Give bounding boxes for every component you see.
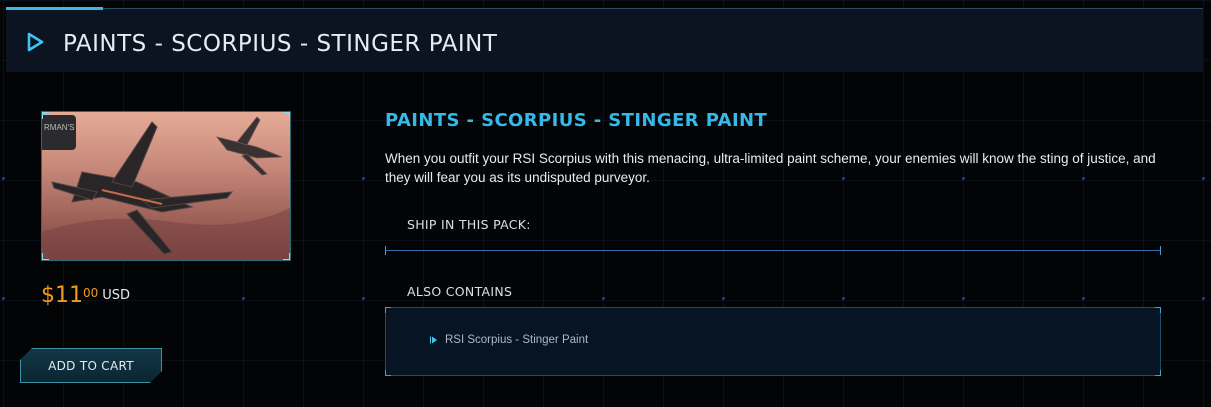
image-badge: RMAN'S <box>42 115 76 150</box>
grid-dot <box>242 297 245 300</box>
ship-illustration <box>42 112 290 260</box>
corner-bracket <box>1155 307 1161 313</box>
corner-bracket <box>42 112 49 119</box>
price-currency: USD <box>102 288 131 303</box>
add-to-cart-button[interactable]: ADD TO CART <box>20 348 162 383</box>
page-header: PAINTS - SCORPIUS - STINGER PAINT <box>6 7 1203 72</box>
list-item: RSI Scorpius - Stinger Paint <box>430 334 588 346</box>
corner-bracket <box>385 370 391 376</box>
also-contains-panel: RSI Scorpius - Stinger Paint <box>385 307 1161 376</box>
price-cents: 00 <box>83 286 99 300</box>
product-description: When you outfit your RSI Scorpius with t… <box>385 151 1156 185</box>
product-title: PAINTS - SCORPIUS - STINGER PAINT <box>385 110 768 131</box>
section-divider <box>385 246 1161 255</box>
contains-item-label: RSI Scorpius - Stinger Paint <box>445 334 589 346</box>
grid-dot <box>2 297 5 300</box>
also-contains-label: ALSO CONTAINS <box>407 284 513 299</box>
grid-dot <box>1082 297 1085 300</box>
grid-dot <box>362 177 365 180</box>
grid-dot <box>602 297 605 300</box>
ship-section-label: SHIP IN THIS PACK: <box>407 217 531 232</box>
product-image[interactable]: RMAN'S <box>41 111 291 261</box>
corner-bracket <box>42 253 49 260</box>
corner-bracket <box>1155 370 1161 376</box>
header-accent-bar <box>6 7 103 10</box>
price: $1100 USD <box>41 283 130 308</box>
corner-bracket <box>385 307 391 313</box>
grid-dot <box>2 177 5 180</box>
grid-dot <box>1202 297 1205 300</box>
grid-dot <box>1202 177 1205 180</box>
store-page: PAINTS - SCORPIUS - STINGER PAINT RMAN'S… <box>0 0 1211 407</box>
price-dollars: $11 <box>41 283 83 308</box>
page-title: PAINTS - SCORPIUS - STINGER PAINT <box>63 31 498 57</box>
grid-dot <box>362 297 365 300</box>
grid-dot <box>722 297 725 300</box>
play-icon <box>27 32 44 52</box>
grid-dot <box>842 297 845 300</box>
corner-bracket <box>283 253 290 260</box>
grid-dot <box>962 297 965 300</box>
corner-bracket <box>283 112 290 119</box>
play-bullet-icon <box>430 336 437 344</box>
